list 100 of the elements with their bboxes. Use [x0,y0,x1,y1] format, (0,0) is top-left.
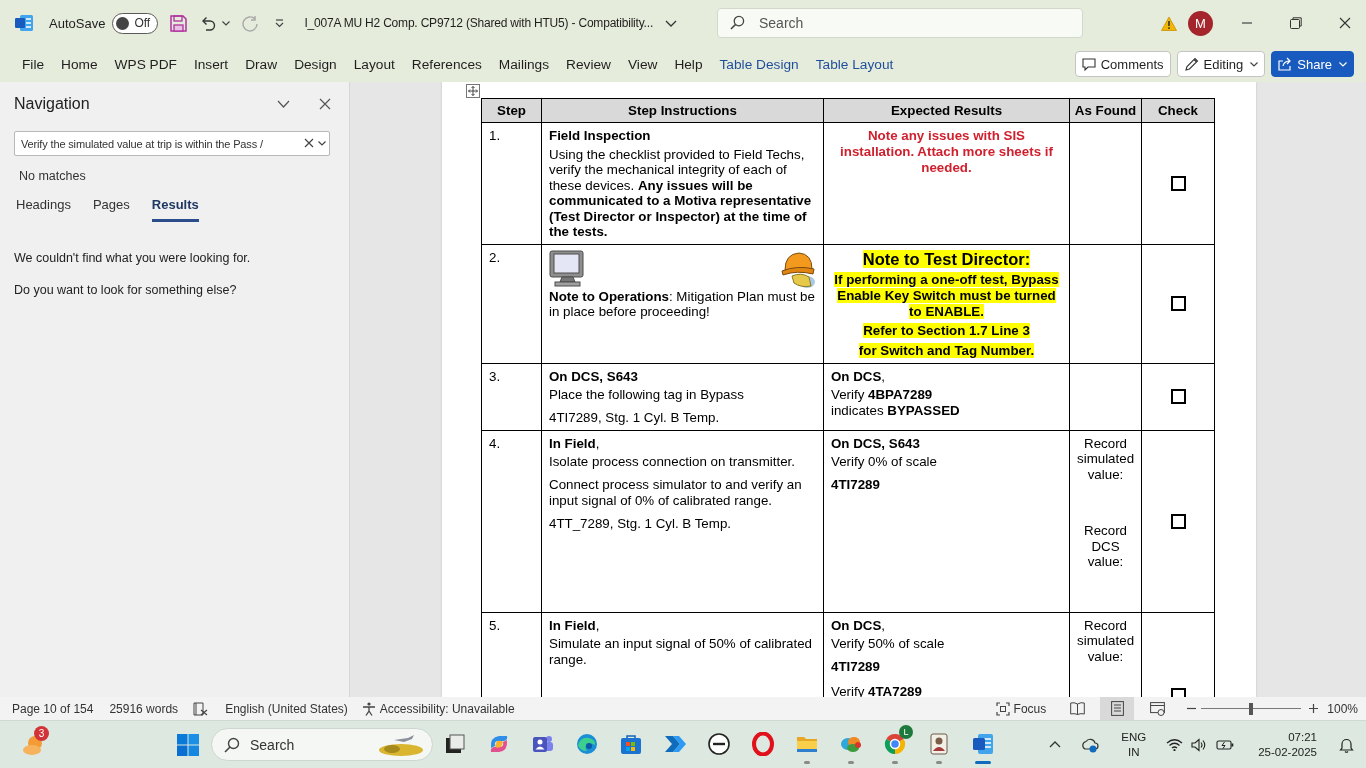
cloud-sync-icon[interactable] [1081,736,1100,753]
cell-text: 4TI7289, Stg. 1 Cyl. B Temp. [549,410,720,426]
checkbox[interactable] [1170,513,1186,529]
page-icon [1110,701,1124,716]
ribbon-tab[interactable]: References [411,56,482,72]
ribbon-tab[interactable]: WPS PDF [114,56,177,72]
profile-badge: L [899,724,913,739]
highlighted-note: If performing a one-off test, Bypass Enable Key Switch must be turned to ENABLE. [833,271,1060,320]
restore-icon[interactable] [1290,17,1302,29]
proofing-icon[interactable] [193,701,209,716]
checkbox[interactable] [1170,296,1186,311]
close-icon[interactable] [319,98,331,110]
input-language[interactable]: ENG [1121,729,1147,745]
cell-text: Using the checklist provided to Field Techs, verify the mechanical integrity of each of these devices. Any issues will be communicated to a Motiva representative (Test Director or Inspector) at the time of the tests. [549,146,813,240]
cell-text: Isolate process connection on transmitter. [549,454,795,470]
word-count[interactable]: 25916 words [109,701,179,716]
document-title: I_007A MU H2 Comp. CP9712 (Shared with HTU5) - Compatibility... [304,16,654,30]
search-field[interactable]: Search [717,8,1083,38]
battery-icon[interactable] [1216,738,1235,751]
wifi-icon[interactable] [1166,738,1184,751]
share-button[interactable]: Share [1271,51,1354,77]
ribbon-tab[interactable]: Draw [245,56,278,72]
focus-button[interactable]: Focus [995,701,1047,716]
ribbon-tab[interactable]: Design [294,56,337,72]
clock-time[interactable]: 07:21 [1288,729,1317,745]
zoom-level[interactable]: 100% [1327,701,1358,716]
account-avatar[interactable]: M [1188,10,1213,36]
pencil-icon [1183,56,1199,72]
pane-tab[interactable]: Headings [16,194,71,222]
language-button[interactable]: English (United States) [225,701,348,716]
clear-icon[interactable] [304,138,314,148]
wave-circle-icon[interactable] [575,731,599,756]
cell-text: On DCS, [831,617,886,633]
caret-icon[interactable] [318,140,326,146]
ribbon-tab[interactable]: Table Layout [815,56,894,72]
customize-toolbar-icon[interactable] [275,18,285,28]
ring-bar-icon[interactable] [707,731,731,756]
column-header: Check [1141,98,1215,123]
notification-badge: 3 [34,725,49,741]
print-layout-button[interactable] [1100,697,1135,720]
warning-icon [1161,15,1177,31]
cell-text: Note to Operations: Mitigation Plan must be in place before proceeding! [549,288,816,320]
accessibility-icon [361,701,376,716]
stacked-squares-icon[interactable] [443,731,467,756]
ribbon-tab[interactable]: Insert [193,56,229,72]
editing-button[interactable]: Editing [1176,51,1266,77]
column-header: Step Instructions [541,98,824,123]
cell-text: Verify 4BPA7289 [831,387,933,403]
step-number: 5. [489,617,501,633]
input-language[interactable]: IN [1127,744,1140,760]
result-message: Do you want to look for something else? [14,282,237,298]
ribbon-tab[interactable]: Table Design [719,56,799,72]
oval-ring-icon[interactable] [751,731,775,756]
step-number: 4. [489,435,501,451]
tricolor-circle-icon[interactable] [883,731,907,756]
column-header: Step [481,98,542,123]
ribbon-tab[interactable]: Layout [353,56,395,72]
caret-icon[interactable] [222,20,231,26]
id-card-icon[interactable] [927,731,951,756]
ribbon-tab[interactable]: Review [566,56,611,72]
pane-title: Navigation [14,95,91,113]
step-number: 2. [489,249,501,265]
toggle-knob-icon [116,16,130,30]
checkbox[interactable] [1170,175,1186,191]
search-field[interactable]: Verify the simulated value at trip is within the Pass / [14,131,330,156]
chevron-down-icon[interactable] [665,19,678,27]
plus-icon[interactable] [1309,704,1319,713]
globe-page-icon [1149,701,1165,716]
cell-text: Record simulated value: [1077,435,1134,482]
clock-date[interactable]: 25-02-2025 [1258,744,1317,760]
save-icon[interactable] [170,14,188,32]
chevron-down-icon[interactable] [277,100,290,108]
four-panes-icon[interactable] [176,732,200,757]
chevron-up-icon[interactable] [1049,741,1062,748]
zoom-slider-thumb[interactable] [1249,702,1254,715]
bell-icon[interactable] [1339,736,1354,753]
result-message: We couldn't find what you were looking for. [14,250,251,266]
ribbon-tab[interactable]: Help [674,56,703,72]
speech-bubble-icon [1081,57,1096,71]
highlighted-note: Refer to Section 1.7 Line 3 [863,323,1030,339]
step-number: 3. [489,368,501,384]
pane-tab[interactable]: Results [151,194,199,222]
pane-tab[interactable]: Pages [92,194,130,222]
page-count[interactable]: Page 10 of 154 [12,701,94,716]
speaker-icon[interactable] [1191,737,1208,752]
checkbox[interactable] [1170,389,1186,404]
move-handle-icon[interactable] [466,84,480,98]
cell-text: On DCS, [831,368,886,384]
ribbon-tab[interactable]: View [627,56,658,72]
cell-heading: On DCS, S643 [549,368,638,384]
taskbar-search[interactable]: Search [211,728,433,761]
ribbon-tab[interactable]: Mailings [498,56,550,72]
ribbon-tab[interactable]: Home [61,56,98,72]
ribbon-tab[interactable]: File [22,56,45,72]
close-icon[interactable] [1339,17,1351,29]
autosave-label: AutoSave [49,15,106,31]
autosave-toggle[interactable]: Off [112,12,159,34]
accessibility-button[interactable]: Accessibility: Unavailable [361,701,515,716]
document-tile-icon[interactable] [971,731,995,756]
comments-button[interactable]: Comments [1074,51,1171,77]
